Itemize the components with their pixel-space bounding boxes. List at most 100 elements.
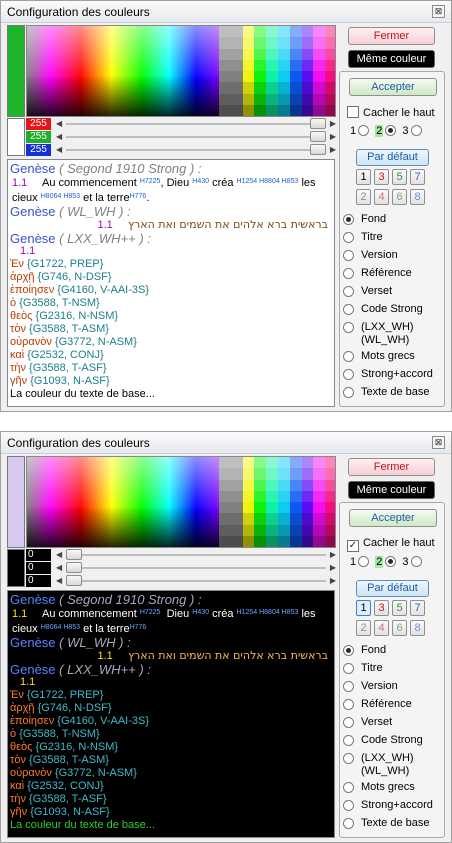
option-texte-de-base[interactable]: Texte de base [343, 817, 443, 835]
fermer-button[interactable]: Fermer [348, 458, 435, 476]
palette-cell[interactable] [254, 48, 267, 60]
palette-cell[interactable] [266, 513, 278, 525]
slider-track[interactable] [66, 567, 326, 569]
palette-cell[interactable] [254, 513, 267, 525]
option-mots-grecs[interactable]: Mots grecs [343, 781, 443, 799]
palette-cell[interactable] [325, 71, 335, 83]
option-version[interactable]: Version [343, 249, 443, 267]
palette-cell[interactable] [266, 59, 278, 71]
radio-1[interactable] [358, 125, 370, 136]
radio-icon[interactable] [343, 663, 354, 674]
slider-right-arrow-icon[interactable]: ▶ [330, 575, 336, 587]
radio-icon[interactable] [343, 681, 354, 692]
palette-cell[interactable] [313, 37, 326, 49]
radio-icon[interactable] [343, 782, 354, 793]
slider-thumb[interactable] [66, 575, 82, 586]
palette-cell[interactable] [313, 82, 326, 94]
palette-cell[interactable] [325, 513, 335, 525]
palette-cell[interactable] [254, 59, 267, 71]
palette-cell[interactable] [325, 524, 335, 536]
color-slot-1-button[interactable]: 1 [356, 169, 371, 185]
palette-cell[interactable] [242, 37, 255, 49]
palette-cell[interactable] [254, 93, 267, 105]
palette-cell[interactable] [278, 502, 290, 514]
palette-cell[interactable] [230, 479, 243, 491]
par-defaut-button[interactable]: Par défaut [356, 149, 429, 166]
color-palette-grid[interactable] [219, 26, 335, 116]
palette-cell[interactable] [289, 37, 302, 49]
slider-track[interactable] [66, 554, 326, 556]
slider-track[interactable] [66, 580, 326, 582]
option-code-strong[interactable]: Code Strong [343, 734, 443, 752]
palette-cell[interactable] [289, 59, 302, 71]
palette-cell[interactable] [219, 82, 231, 94]
palette-cell[interactable] [325, 457, 335, 469]
slider-right-arrow-icon[interactable]: ▶ [330, 144, 336, 156]
palette-cell[interactable] [219, 48, 231, 60]
palette-cell[interactable] [289, 26, 302, 38]
option-lxx-wh[interactable]: (LXX_WH) (WL_WH) [343, 321, 443, 350]
palette-cell[interactable] [219, 37, 231, 49]
palette-cell[interactable] [278, 513, 290, 525]
palette-cell[interactable] [289, 93, 302, 105]
color-slot-2-button[interactable]: 2 [356, 189, 371, 205]
palette-cell[interactable] [242, 59, 255, 71]
option-code-strong[interactable]: Code Strong [343, 303, 443, 321]
palette-cell[interactable] [289, 535, 302, 547]
palette-cell[interactable] [230, 513, 243, 525]
close-icon[interactable]: ⊠ [432, 436, 445, 449]
palette-cell[interactable] [278, 479, 290, 491]
palette-cell[interactable] [289, 502, 302, 514]
palette-cell[interactable] [242, 104, 255, 116]
palette-cell[interactable] [254, 490, 267, 502]
meme-couleur-button[interactable]: Même couleur [348, 50, 435, 68]
palette-cell[interactable] [301, 93, 314, 105]
slider-left-arrow-icon[interactable]: ◀ [56, 118, 62, 130]
palette-cell[interactable] [301, 468, 314, 480]
radio-3[interactable] [410, 125, 422, 136]
radio-icon[interactable] [343, 214, 354, 225]
slider-track[interactable] [66, 136, 326, 138]
palette-cell[interactable] [266, 93, 278, 105]
palette-cell[interactable] [242, 502, 255, 514]
palette-cell[interactable] [289, 468, 302, 480]
palette-cell[interactable] [242, 513, 255, 525]
radio-icon[interactable] [343, 753, 354, 764]
palette-cell[interactable] [266, 457, 278, 469]
palette-cell[interactable] [313, 48, 326, 60]
slider-right-arrow-icon[interactable]: ▶ [330, 131, 336, 143]
palette-cell[interactable] [254, 82, 267, 94]
palette-cell[interactable] [301, 26, 314, 38]
slider-left-arrow-icon[interactable]: ◀ [56, 575, 62, 587]
palette-cell[interactable] [219, 59, 231, 71]
palette-cell[interactable] [230, 48, 243, 60]
red-slider[interactable]: ◀ ▶ [56, 549, 336, 561]
palette-cell[interactable] [325, 26, 335, 38]
palette-cell[interactable] [325, 535, 335, 547]
par-defaut-button[interactable]: Par défaut [356, 580, 429, 597]
option-fond[interactable]: Fond [343, 644, 443, 662]
palette-cell[interactable] [266, 104, 278, 116]
palette-cell[interactable] [301, 490, 314, 502]
radio-icon[interactable] [343, 717, 354, 728]
option-strong-accord[interactable]: Strong+accord [343, 799, 443, 817]
palette-cell[interactable] [254, 524, 267, 536]
palette-cell[interactable] [242, 93, 255, 105]
color-slot-3-button[interactable]: 3 [374, 600, 389, 616]
radio-icon[interactable] [343, 699, 354, 710]
palette-cell[interactable] [278, 82, 290, 94]
palette-cell[interactable] [301, 524, 314, 536]
slider-left-arrow-icon[interactable]: ◀ [56, 144, 62, 156]
palette-cell[interactable] [266, 490, 278, 502]
palette-cell[interactable] [230, 457, 243, 469]
palette-cell[interactable] [325, 59, 335, 71]
slider-track[interactable] [66, 149, 326, 151]
palette-cell[interactable] [242, 82, 255, 94]
palette-cell[interactable] [313, 479, 326, 491]
color-slot-6-button[interactable]: 6 [392, 189, 407, 205]
radio-icon[interactable] [343, 387, 354, 398]
palette-cell[interactable] [230, 82, 243, 94]
palette-cell[interactable] [230, 26, 243, 38]
palette-cell[interactable] [278, 93, 290, 105]
radio-icon[interactable] [343, 286, 354, 297]
